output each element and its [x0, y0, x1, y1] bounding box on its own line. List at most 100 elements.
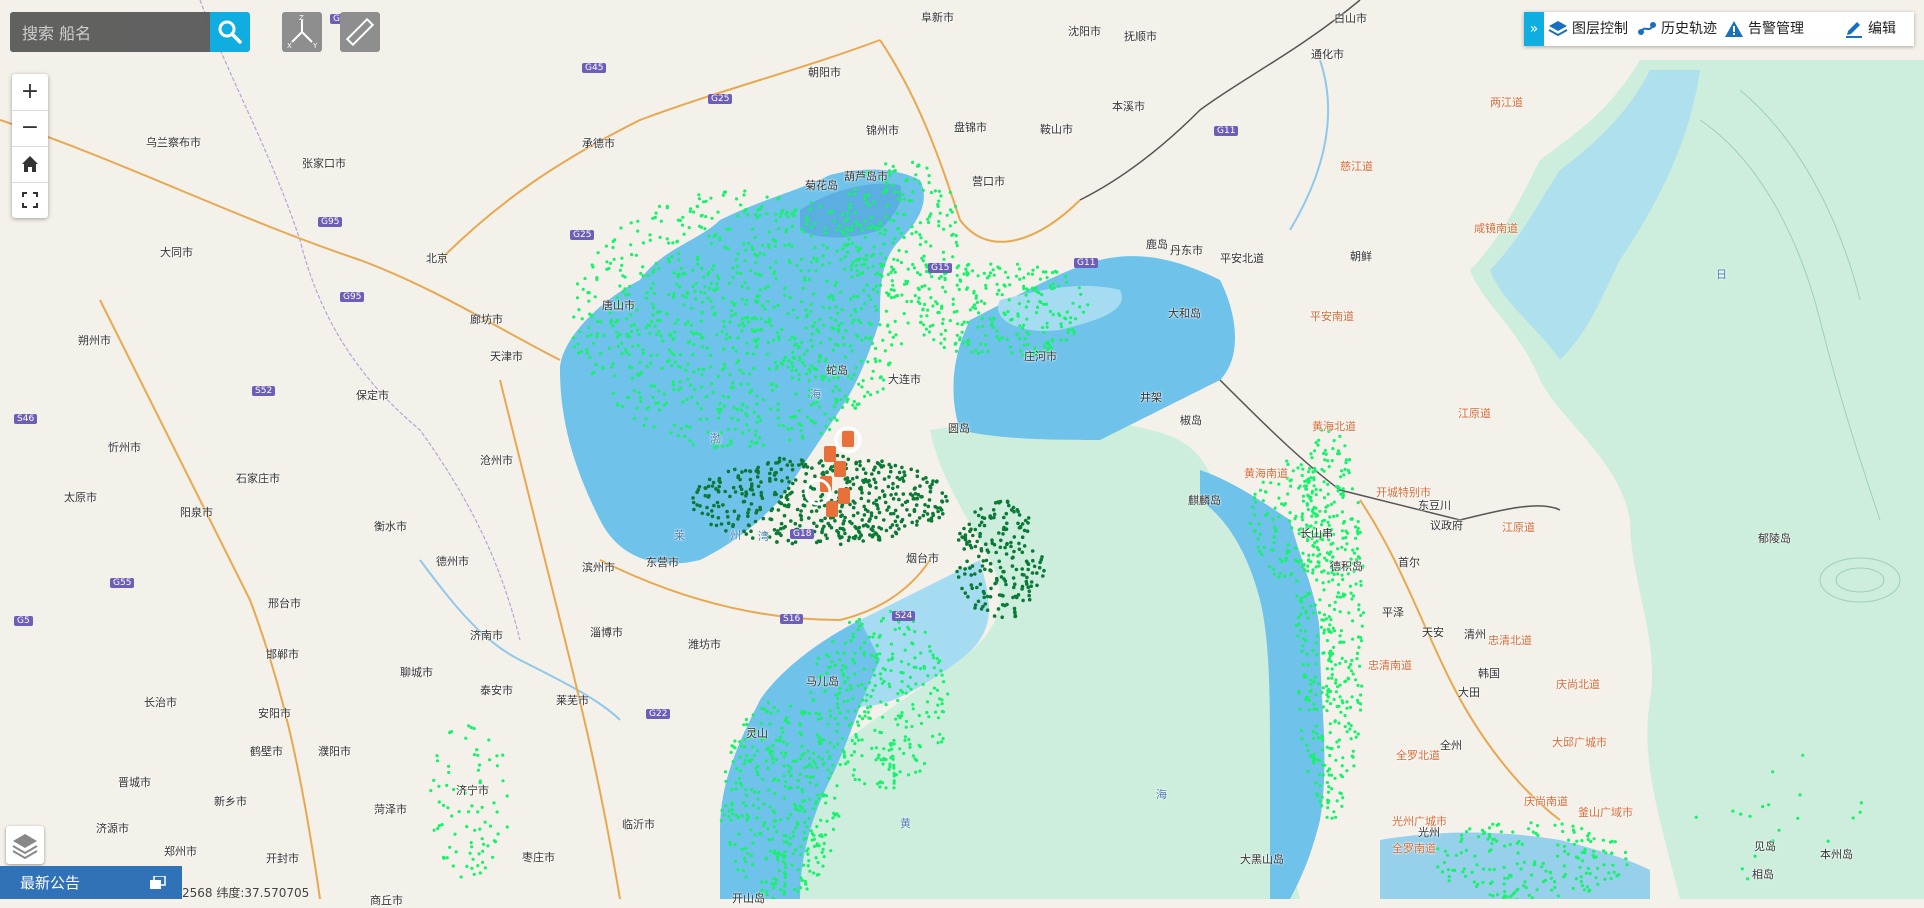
vessel-marker[interactable] — [735, 767, 739, 771]
vessel-marker[interactable] — [672, 388, 676, 392]
vessel-marker[interactable] — [1323, 509, 1328, 514]
vessel-marker[interactable] — [923, 302, 927, 306]
vessel-marker[interactable] — [697, 197, 702, 201]
vessel-marker[interactable] — [819, 459, 823, 463]
vessel-marker[interactable] — [1295, 594, 1299, 598]
vessel-marker[interactable] — [1058, 314, 1062, 318]
vessel-marker[interactable] — [1322, 569, 1326, 573]
vessel-marker[interactable] — [846, 250, 850, 254]
vessel-marker[interactable] — [809, 309, 813, 313]
vessel-marker[interactable] — [1344, 679, 1348, 683]
vessel-marker[interactable] — [881, 464, 886, 468]
vessel-marker[interactable] — [794, 759, 798, 763]
vessel-marker[interactable] — [1511, 830, 1515, 834]
vessel-marker[interactable] — [842, 755, 847, 759]
vessel-marker[interactable] — [786, 816, 790, 821]
vessel-marker[interactable] — [777, 196, 781, 200]
vessel-marker[interactable] — [657, 389, 661, 393]
vessel-marker[interactable] — [798, 513, 803, 517]
vessel-marker[interactable] — [984, 283, 988, 287]
vessel-marker[interactable] — [816, 717, 821, 721]
vessel-marker[interactable] — [984, 542, 988, 546]
vessel-marker[interactable] — [773, 819, 778, 823]
vessel-marker[interactable] — [1480, 828, 1484, 832]
vessel-marker[interactable] — [1355, 651, 1360, 656]
vessel-marker[interactable] — [793, 521, 798, 526]
vessel-marker[interactable] — [765, 890, 769, 894]
vessel-marker[interactable] — [684, 295, 688, 299]
vessel-marker[interactable] — [790, 863, 794, 867]
vessel-marker[interactable] — [771, 744, 775, 748]
vessel-marker[interactable] — [879, 283, 883, 287]
vessel-marker[interactable] — [877, 496, 882, 500]
vessel-marker[interactable] — [496, 832, 500, 836]
vessel-marker[interactable] — [629, 313, 633, 317]
vessel-marker[interactable] — [817, 844, 821, 848]
vessel-marker[interactable] — [692, 342, 696, 347]
vessel-marker[interactable] — [746, 286, 750, 290]
vessel-marker[interactable] — [1307, 481, 1311, 485]
vessel-marker[interactable] — [699, 319, 703, 323]
vessel-marker[interactable] — [1277, 575, 1281, 579]
vessel-marker[interactable] — [934, 710, 938, 714]
vessel-marker[interactable] — [776, 416, 781, 420]
vessel-marker[interactable] — [724, 529, 728, 533]
search-button[interactable] — [210, 12, 250, 52]
vessel-marker[interactable] — [721, 503, 725, 507]
vessel-marker[interactable] — [575, 296, 580, 300]
vessel-marker[interactable] — [982, 595, 986, 600]
vessel-marker[interactable] — [1018, 324, 1022, 328]
vessel-marker[interactable] — [866, 524, 870, 529]
vessel-marker[interactable] — [824, 231, 828, 235]
vessel-marker[interactable] — [902, 235, 906, 240]
vessel-marker[interactable] — [923, 284, 927, 288]
vessel-marker[interactable] — [476, 810, 480, 814]
vessel-marker[interactable] — [728, 335, 732, 340]
vessel-marker[interactable] — [810, 344, 814, 349]
vessel-marker[interactable] — [644, 417, 648, 421]
vessel-marker[interactable] — [874, 284, 879, 288]
vessel-marker[interactable] — [445, 856, 449, 860]
vessel-marker[interactable] — [852, 768, 856, 772]
vessel-marker[interactable] — [870, 746, 874, 751]
vessel-marker[interactable] — [667, 358, 671, 362]
vessel-marker[interactable] — [1351, 594, 1356, 598]
vessel-marker[interactable] — [865, 706, 870, 710]
vessel-marker[interactable] — [973, 606, 977, 610]
vessel-marker[interactable] — [1306, 477, 1310, 481]
vessel-marker[interactable] — [445, 783, 449, 788]
vessel-marker[interactable] — [818, 405, 822, 409]
vessel-marker[interactable] — [471, 857, 475, 861]
vessel-marker[interactable] — [717, 277, 721, 281]
vessel-marker[interactable] — [874, 502, 879, 507]
vessel-marker[interactable] — [776, 402, 780, 406]
vessel-marker[interactable] — [710, 509, 714, 513]
vessel-marker[interactable] — [440, 823, 444, 827]
vessel-marker[interactable] — [1262, 545, 1266, 549]
vessel-marker[interactable] — [1356, 501, 1360, 505]
vessel-marker[interactable] — [891, 497, 896, 501]
vessel-marker[interactable] — [785, 497, 790, 502]
vessel-marker[interactable] — [917, 163, 921, 167]
vessel-marker[interactable] — [895, 227, 899, 231]
vessel-marker[interactable] — [583, 276, 587, 281]
vessel-marker[interactable] — [1002, 515, 1006, 520]
vessel-marker[interactable] — [652, 384, 657, 388]
vessel-marker[interactable] — [976, 351, 981, 355]
vessel-marker[interactable] — [1796, 816, 1800, 820]
vessel-marker[interactable] — [1335, 595, 1339, 599]
vessel-marker[interactable] — [793, 848, 798, 852]
vessel-marker[interactable] — [710, 484, 715, 488]
vessel-marker[interactable] — [1248, 521, 1252, 526]
vessel-marker[interactable] — [821, 864, 825, 868]
vessel-marker[interactable] — [1300, 515, 1304, 519]
vessel-marker[interactable] — [1288, 510, 1292, 515]
vessel-marker[interactable] — [855, 620, 859, 624]
vessel-marker[interactable] — [599, 320, 603, 324]
vessel-marker[interactable] — [1326, 492, 1330, 496]
vessel-marker[interactable] — [755, 402, 759, 406]
vessel-marker[interactable] — [701, 345, 705, 349]
vessel-marker[interactable] — [960, 323, 964, 327]
vessel-marker[interactable] — [1020, 326, 1025, 330]
vessel-marker[interactable] — [753, 252, 757, 256]
